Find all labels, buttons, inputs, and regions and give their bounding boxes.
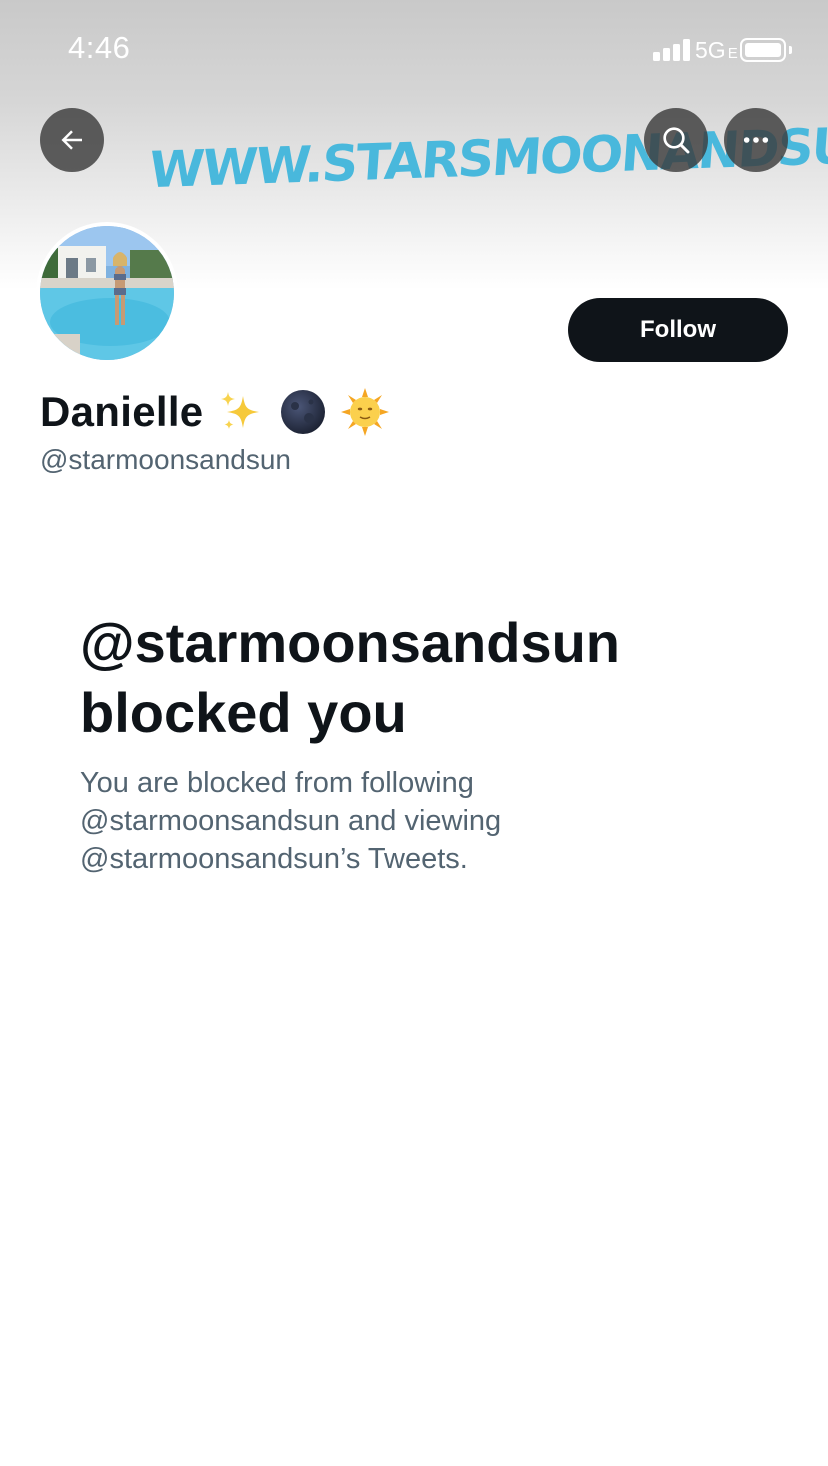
status-bar: 4:46 5G E [0,0,828,100]
profile-name-row: Danielle [40,384,390,440]
blocked-description-line1: You are blocked from following [80,767,474,799]
search-icon [663,127,690,154]
sun-with-face-icon [341,388,390,436]
blocked-title-line1: @starmoonsandsun [80,611,621,674]
follow-button[interactable]: Follow [568,298,788,362]
blocked-description-line2: @starmoonsandsun and viewing [80,805,502,837]
sparkles-icon [221,392,260,429]
display-name: Danielle [40,388,204,435]
network-label: 5G [695,37,726,63]
ellipsis-icon [743,137,769,143]
blocked-title-line2: blocked you [80,681,407,744]
blocked-description: You are blocked from following @starmoon… [80,764,600,878]
network-type: 5G E [695,37,738,64]
battery-tip [789,46,792,54]
cellular-signal-icon [653,39,691,61]
more-options-button[interactable] [724,108,788,172]
arrow-left-icon [61,130,82,150]
search-button[interactable] [644,108,708,172]
back-button[interactable] [40,108,104,172]
avatar-photo [40,226,174,360]
battery-icon [740,38,786,62]
new-moon-icon [281,390,326,434]
status-time: 4:46 [68,30,131,65]
profile-avatar[interactable] [36,222,178,364]
network-suffix: E [727,45,738,62]
profile-handle: @starmoonsandsun [40,444,292,475]
blocked-description-line3: @starmoonsandsun’s Tweets. [80,843,468,875]
blocked-title: @starmoonsandsun blocked you [80,608,780,748]
